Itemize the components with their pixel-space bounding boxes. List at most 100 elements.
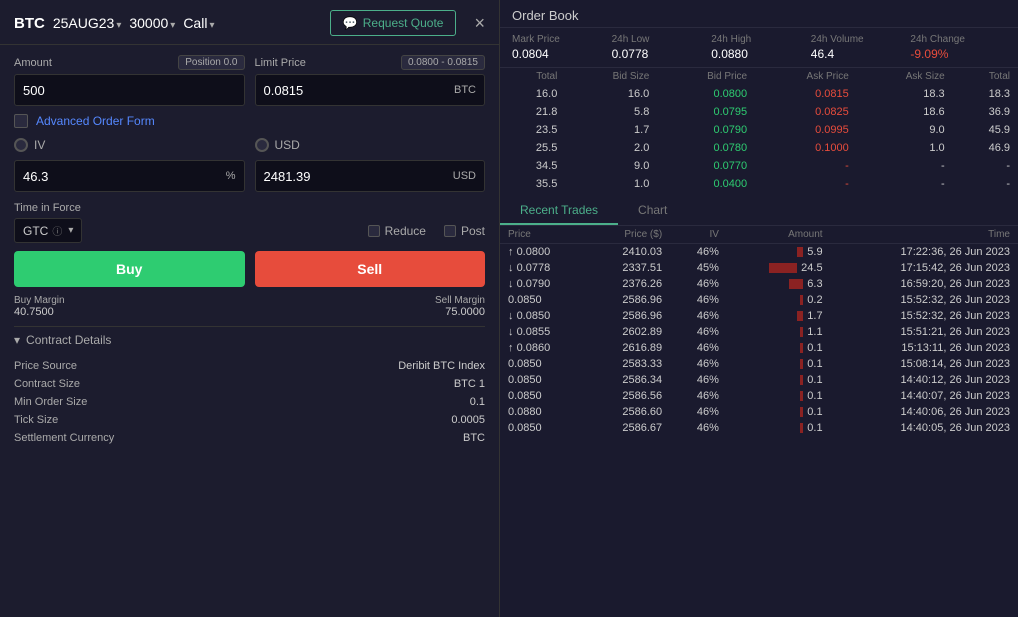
order-book-title: Order Book [500,0,1018,28]
tick-size-val: 0.0005 [451,414,485,426]
header-bar: BTC 25AUG23▾ 30000▾ Call▾ 💬 Request Quot… [0,0,499,45]
ob-ask-size: 18.6 [857,103,953,121]
order-book-row: 16.0 16.0 0.0800 0.0815 18.3 18.3 [500,85,1018,103]
trade-row: 0.0850 2586.56 46% 0.1 14:40:07, 26 Jun … [500,388,1018,404]
trade-price: 0.0850 [500,420,587,436]
iv-suffix: % [226,170,236,182]
ob-bid-size: 1.0 [565,175,657,193]
col-trade-time: Time [831,226,1018,244]
close-button[interactable]: × [474,13,485,34]
amount-group: Amount Position 0.0 [14,55,245,106]
iv-radio-label: IV [34,138,45,152]
contract-size-key: Contract Size [14,378,80,390]
trade-price-usd: 2602.89 [587,324,670,340]
tab-chart[interactable]: Chart [618,197,687,225]
sell-margin-col: Sell Margin 75.0000 [435,295,485,318]
contract-details-section: ▾ Contract Details Price Source Deribit … [14,326,485,447]
min-order-val: 0.1 [470,396,485,408]
chevron-down-icon: ▾ [14,333,20,347]
trade-price-usd: 2410.03 [587,244,670,261]
trade-iv: 46% [670,404,727,420]
trade-iv: 46% [670,308,727,324]
trade-amount: 0.1 [727,420,831,436]
ob-total-bid: 34.5 [500,157,565,175]
gtc-select[interactable]: GTC ⓘ ▾ [14,218,82,243]
limit-price-input-wrapper[interactable]: BTC [255,74,486,106]
trades-table: Price Price ($) IV Amount Time ↑ 0.0800 … [500,226,1018,436]
col-trade-price-usd: Price ($) [587,226,670,244]
limit-price-range-badge: 0.0800 - 0.0815 [401,55,485,70]
post-checkbox-label[interactable]: Post [444,224,485,238]
ob-bid-size: 2.0 [565,139,657,157]
tif-section: Time in Force GTC ⓘ ▾ Reduce Post [14,202,485,243]
settlement-val: BTC [463,432,485,444]
buy-margin-col: Buy Margin 40.7500 [14,295,65,318]
usd-radio[interactable] [255,138,269,152]
trade-row: 0.0850 2586.67 46% 0.1 14:40:05, 26 Jun … [500,420,1018,436]
iv-radio[interactable] [14,138,28,152]
trade-price: 0.0880 [500,404,587,420]
col-ask-size: Ask Size [857,68,953,85]
trades-body: ↑ 0.0800 2410.03 46% 5.9 17:22:36, 26 Ju… [500,244,1018,437]
trade-row: 0.0850 2583.33 46% 0.1 15:08:14, 26 Jun … [500,356,1018,372]
strike-selector[interactable]: 30000▾ [129,15,175,31]
trade-amount: 0.1 [727,388,831,404]
order-book-header-row: Total Bid Size Bid Price Ask Price Ask S… [500,68,1018,85]
usd-input[interactable] [264,169,449,184]
amount-input[interactable] [23,83,236,98]
trade-price-usd: 2586.96 [587,308,670,324]
trade-iv: 46% [670,340,727,356]
advanced-order-link[interactable]: Advanced Order Form [36,114,155,128]
sell-button[interactable]: Sell [255,251,486,287]
iv-input-wrapper[interactable]: % [14,160,245,192]
advanced-order-checkbox[interactable] [14,114,28,128]
ob-total-ask: 45.9 [953,121,1018,139]
expiry-selector[interactable]: 25AUG23▾ [53,15,122,31]
request-quote-button[interactable]: 💬 Request Quote [330,10,457,36]
trade-iv: 46% [670,292,727,308]
col-trade-iv: IV [670,226,727,244]
trade-iv: 46% [670,372,727,388]
price-source-val: Deribit BTC Index [398,360,485,372]
ob-bid-price: 0.0800 [657,85,755,103]
advanced-order-row: Advanced Order Form [14,114,485,128]
trade-amount: 1.1 [727,324,831,340]
trade-price: 0.0850 [500,372,587,388]
order-form: Amount Position 0.0 Limit Price 0.0800 -… [0,45,499,617]
post-checkbox[interactable] [444,225,456,237]
trade-iv: 46% [670,324,727,340]
limit-price-group: Limit Price 0.0800 - 0.0815 BTC [255,55,486,106]
trade-iv: 46% [670,276,727,292]
reduce-checkbox-label[interactable]: Reduce [368,224,426,238]
24h-change-stat: 24h Change -9.09% [910,34,1006,61]
ob-bid-size: 1.7 [565,121,657,139]
iv-input[interactable] [23,169,222,184]
contract-row-contract-size: Contract Size BTC 1 [14,375,485,393]
order-book-row: 25.5 2.0 0.0780 0.1000 1.0 46.9 [500,139,1018,157]
trade-iv: 46% [670,388,727,404]
trade-price-usd: 2586.67 [587,420,670,436]
type-selector[interactable]: Call▾ [183,15,214,31]
trade-time: 15:51:21, 26 Jun 2023 [831,324,1018,340]
amount-input-wrapper[interactable] [14,74,245,106]
ob-ask-price: - [755,175,857,193]
gtc-label: GTC [23,224,48,238]
trade-price: ↓ 0.0790 [500,276,587,292]
usd-input-wrapper[interactable]: USD [255,160,486,192]
trade-amount: 5.9 [727,244,831,261]
buy-margin-label: Buy Margin [14,295,65,306]
ob-total-ask: - [953,157,1018,175]
volume-label: 24h Volume [811,34,907,45]
usd-radio-label: USD [275,138,300,152]
contract-details-label: Contract Details [26,333,111,347]
contract-details-toggle[interactable]: ▾ Contract Details [14,333,485,351]
trade-amount: 24.5 [727,260,831,276]
tif-row: GTC ⓘ ▾ Reduce Post [14,218,485,243]
usd-suffix: USD [453,170,476,182]
buy-button[interactable]: Buy [14,251,245,287]
reduce-checkbox[interactable] [368,225,380,237]
limit-price-input[interactable] [264,83,451,98]
tab-recent-trades[interactable]: Recent Trades [500,197,618,225]
trade-amount: 0.1 [727,372,831,388]
iv-input-group: % [14,160,245,192]
